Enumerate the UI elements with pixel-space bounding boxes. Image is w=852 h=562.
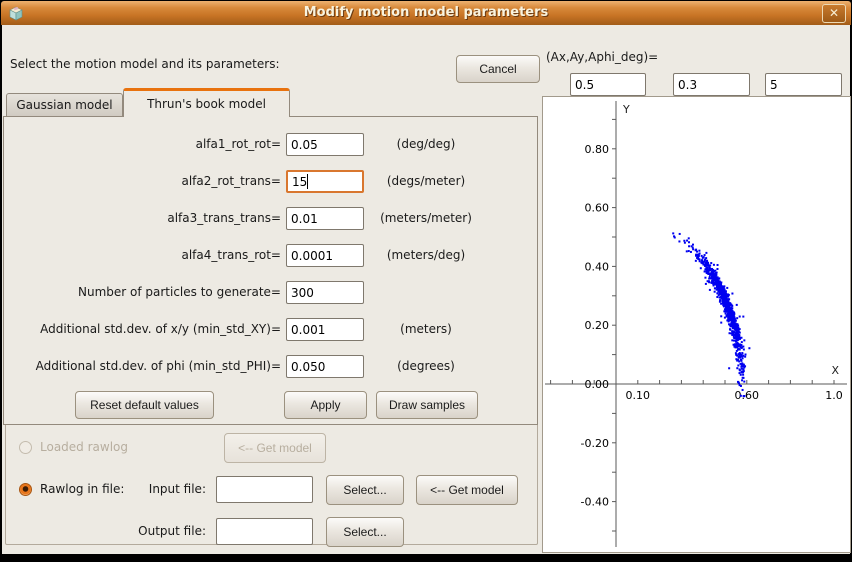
alfa1-input[interactable] [286, 133, 364, 156]
minstd-phi-unit: (degrees) [370, 359, 482, 373]
minstd-xy-label: Additional std.dev. of x/y (min_std_XY)= [4, 322, 281, 336]
thrun-model-panel: alfa1_rot_rot= (deg/deg) alfa2_rot_trans… [3, 116, 538, 425]
delta-label: (Ax,Ay,Aphi_deg)= [546, 50, 658, 64]
svg-text:-0.20: -0.20 [581, 437, 609, 450]
text-caret [307, 174, 308, 189]
get-model-file-button[interactable]: <-- Get model [416, 475, 518, 505]
cancel-button[interactable]: Cancel [456, 55, 540, 83]
svg-text:X: X [831, 364, 839, 377]
alfa1-label: alfa1_rot_rot= [4, 137, 281, 151]
form-row: Additional std.dev. of x/y (min_std_XY)=… [4, 318, 537, 342]
alfa3-unit: (meters/meter) [370, 211, 482, 225]
samples-plot-canvas: Y X 0.10 0.60 1.0 0.80 0.60 0.40 0.20 0.00 -0.20 -0… [543, 97, 850, 552]
dialog-window: Modify motion model parameters ✕ Select … [0, 0, 852, 562]
select-input-file-button[interactable]: Select... [326, 475, 404, 505]
input-file-label: Input file: [96, 482, 206, 496]
loaded-rawlog-radio[interactable] [19, 441, 32, 454]
alfa3-label: alfa3_trans_trans= [4, 211, 281, 225]
alfa4-input[interactable] [286, 244, 364, 267]
particles-label: Number of particles to generate= [4, 285, 281, 299]
input-file-field[interactable] [216, 476, 313, 503]
svg-text:0.60: 0.60 [735, 389, 760, 402]
alfa2-unit: (degs/meter) [370, 174, 482, 188]
particles-input[interactable] [286, 281, 364, 304]
minstd-phi-input[interactable] [286, 355, 364, 378]
alfa3-input[interactable] [286, 207, 364, 230]
close-button[interactable]: ✕ [822, 4, 846, 23]
svg-text:0.40: 0.40 [585, 260, 610, 273]
svg-text:1.0: 1.0 [825, 389, 843, 402]
alfa2-input[interactable] [286, 170, 364, 193]
svg-text:Y: Y [622, 103, 630, 116]
alfa1-unit: (deg/deg) [370, 137, 482, 151]
apply-button[interactable]: Apply [284, 391, 367, 419]
alfa4-unit: (meters/deg) [370, 248, 482, 262]
alfa4-label: alfa4_trans_rot= [4, 248, 281, 262]
window-title: Modify motion model parameters [1, 5, 851, 20]
form-row: alfa4_trans_rot= (meters/deg) [4, 244, 537, 268]
svg-text:0.10: 0.10 [626, 389, 651, 402]
get-model-loaded-button[interactable]: <-- Get model [224, 433, 326, 463]
loaded-rawlog-label: Loaded rawlog [40, 440, 128, 454]
apply-to-group: Apply to: Loaded rawlog <-- Get model Ra… [5, 409, 538, 545]
minstd-xy-unit: (meters) [370, 322, 482, 336]
form-row: Additional std.dev. of phi (min_std_PHI)… [4, 355, 537, 379]
delta-x-input[interactable] [570, 73, 646, 96]
delta-phi-input[interactable] [765, 73, 842, 96]
delta-y-input[interactable] [673, 73, 750, 96]
form-row: alfa2_rot_trans= (degs/meter) [4, 170, 537, 194]
tab-gaussian-model[interactable]: Gaussian model [6, 93, 123, 116]
select-output-file-button[interactable]: Select... [326, 517, 404, 547]
minstd-xy-input[interactable] [286, 318, 364, 341]
svg-text:0.60: 0.60 [585, 202, 610, 215]
svg-text:0.00: 0.00 [585, 378, 610, 391]
title-bar[interactable]: Modify motion model parameters ✕ [1, 1, 851, 25]
svg-text:0.80: 0.80 [585, 143, 610, 156]
output-file-label: Output file: [96, 524, 206, 538]
form-row: alfa1_rot_rot= (deg/deg) [4, 133, 537, 157]
instruction-label: Select the motion model and its paramete… [10, 57, 280, 71]
tab-thruns-book-model[interactable]: Thrun's book model [123, 88, 290, 117]
rawlog-in-file-radio[interactable] [19, 483, 32, 496]
samples-plot[interactable]: Y X 0.10 0.60 1.0 0.80 0.60 0.40 0.20 0.00 -0.20 -0… [542, 96, 851, 553]
svg-text:0.20: 0.20 [585, 319, 610, 332]
reset-default-values-button[interactable]: Reset default values [75, 391, 214, 419]
form-row: alfa3_trans_trans= (meters/meter) [4, 207, 537, 231]
minstd-phi-label: Additional std.dev. of phi (min_std_PHI)… [4, 359, 281, 373]
form-row: Number of particles to generate= [4, 281, 537, 305]
output-file-field[interactable] [216, 518, 313, 545]
draw-samples-button[interactable]: Draw samples [376, 391, 478, 419]
alfa2-label: alfa2_rot_trans= [4, 174, 281, 188]
svg-text:-0.40: -0.40 [581, 496, 609, 509]
